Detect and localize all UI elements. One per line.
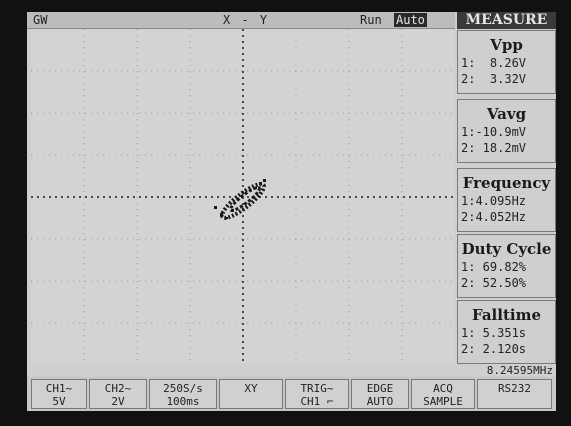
- run-status: Run: [360, 13, 382, 27]
- xy-plot-svg: [31, 29, 455, 365]
- softkey-label: TRIG~: [300, 382, 334, 395]
- softkey-ch2[interactable]: CH2~ 2V: [89, 379, 147, 409]
- trigger-frequency-readout: 8.24595MHz: [486, 364, 553, 377]
- measure-ch2-value: 2: 3.32V: [461, 72, 527, 86]
- measure-name: Falltime: [472, 306, 541, 324]
- softkey-label: 250S/s: [163, 382, 203, 395]
- xy-plot-area: [31, 29, 455, 365]
- measure-vavg[interactable]: Vavg 1:-10.9mV 2: 18.2mV: [457, 99, 556, 163]
- measure-name: Duty Cycle: [461, 240, 552, 258]
- softkey-label: RS232: [497, 382, 532, 395]
- measure-frequency[interactable]: Frequency 1:4.095Hz 2:4.052Hz: [457, 168, 556, 232]
- status-bar: GW X - Y Run Auto: [27, 12, 455, 29]
- brand-label: GW: [33, 13, 48, 27]
- trigger-mode-badge: Auto: [394, 13, 427, 27]
- measure-ch1-value: 1: 69.82%: [461, 260, 527, 274]
- measure-ch2-value: 2: 52.50%: [461, 276, 527, 290]
- softkey-value: AUTO: [366, 395, 394, 408]
- softkey-label: XY: [244, 382, 258, 395]
- measure-falltime[interactable]: Falltime 1: 5.351s 2: 2.120s: [457, 300, 556, 364]
- scope-screen: GW X - Y Run Auto 8.24595MHz MEASURE Vpp…: [27, 12, 556, 411]
- softkey-rs232[interactable]: RS232: [477, 379, 552, 409]
- softkey-label: CH2~: [104, 382, 132, 395]
- measure-ch2-value: 2:4.052Hz: [461, 210, 527, 224]
- softkey-label: ACQ: [433, 382, 453, 395]
- measure-ch1-value: 1: 5.351s: [461, 326, 527, 340]
- softkey-value: SAMPLE: [423, 395, 463, 408]
- measure-name: Vpp: [490, 36, 523, 54]
- measure-name: Vavg: [486, 105, 527, 123]
- measure-ch1-value: 1:-10.9mV: [461, 125, 527, 139]
- measure-ch2-value: 2: 2.120s: [461, 342, 527, 356]
- measure-ch1-value: 1:4.095Hz: [461, 194, 527, 208]
- softkey-value: 100ms: [166, 395, 200, 408]
- softkey-acquire[interactable]: ACQ SAMPLE: [411, 379, 475, 409]
- measure-ch1-value: 1: 8.26V: [461, 56, 527, 70]
- display-mode: X - Y: [223, 13, 270, 27]
- xy-trace: [214, 179, 266, 220]
- softkey-xy[interactable]: XY: [219, 379, 283, 409]
- softkey-label: EDGE: [366, 382, 394, 395]
- softkey-bar: CH1~ 5V CH2~ 2V 250S/s 100ms XY TRIG~ CH…: [27, 377, 556, 411]
- softkey-edge[interactable]: EDGE AUTO: [351, 379, 409, 409]
- measure-duty-cycle[interactable]: Duty Cycle 1: 69.82% 2: 52.50%: [457, 234, 556, 298]
- measure-name: Frequency: [462, 174, 551, 192]
- measure-ch2-value: 2: 18.2mV: [461, 141, 527, 155]
- softkey-timebase[interactable]: 250S/s 100ms: [149, 379, 217, 409]
- softkey-label: CH1~: [45, 382, 73, 395]
- measure-panel-title: MEASURE: [457, 12, 556, 29]
- softkey-ch1[interactable]: CH1~ 5V: [31, 379, 87, 409]
- softkey-value: 5V: [52, 395, 66, 408]
- softkey-value: 2V: [111, 395, 125, 408]
- softkey-trigger[interactable]: TRIG~ CH1 ⌐: [285, 379, 349, 409]
- measure-vpp[interactable]: Vpp 1: 8.26V 2: 3.32V: [457, 30, 556, 94]
- softkey-value: CH1 ⌐: [300, 395, 334, 408]
